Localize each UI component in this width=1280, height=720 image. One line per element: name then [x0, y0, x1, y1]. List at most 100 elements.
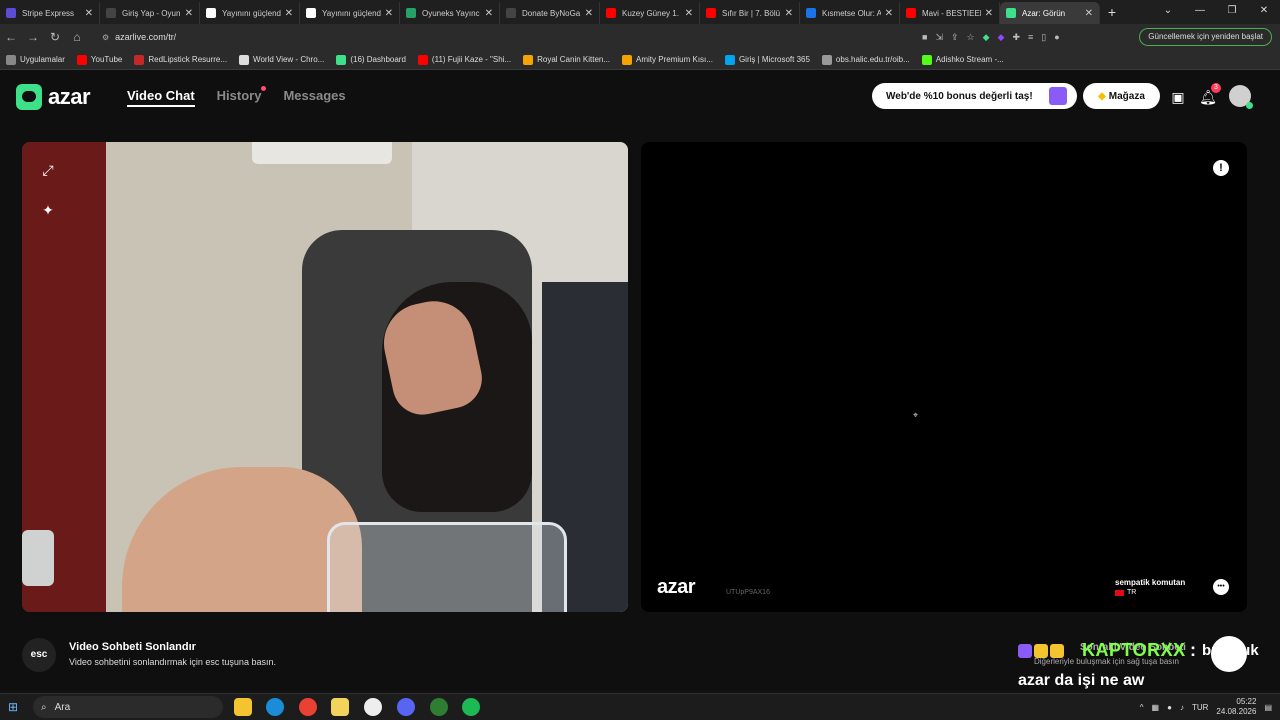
nav-messages[interactable]: Messages [283, 88, 345, 107]
nav-video-chat[interactable]: Video Chat [127, 88, 195, 107]
gem-promo-button[interactable]: Web'de %10 bonus değerli taş! [872, 83, 1077, 109]
browser-tab[interactable]: Stripe Express ✕ [0, 2, 100, 24]
bookmark-label: Giriş | Microsoft 365 [738, 55, 810, 64]
video-air-conditioner [252, 142, 392, 164]
back-icon[interactable]: ← [0, 30, 22, 44]
close-tab-icon[interactable]: ✕ [885, 8, 893, 19]
peer-country-code: TR [1127, 589, 1137, 596]
browser-tab[interactable]: Yayınını güçlend ✕ [200, 2, 300, 24]
spotify-icon[interactable] [462, 698, 480, 716]
xbox-icon[interactable] [430, 698, 448, 716]
azar-logo[interactable]: azar [16, 84, 91, 110]
update-restart-button[interactable]: Güncellemek için yeniden başlat [1139, 28, 1272, 46]
bookmark-item[interactable]: Royal Canin Kitten... [523, 54, 610, 65]
notes-icon[interactable] [331, 698, 349, 716]
notification-bell-icon[interactable]: 🔔︎ 3 [1199, 83, 1221, 106]
peer-name[interactable]: sempatik komutan [1115, 578, 1185, 587]
edge-icon[interactable] [266, 698, 284, 716]
close-window-icon[interactable]: ✕ [1248, 0, 1280, 22]
close-tab-icon[interactable]: ✕ [285, 8, 293, 19]
forward-icon[interactable]: → [22, 30, 44, 44]
profile-icon[interactable]: ● [1054, 32, 1059, 42]
extension-shield-icon[interactable]: ◆ [983, 32, 990, 43]
swap-video-icon[interactable]: ⤢ [38, 160, 58, 180]
url-field[interactable]: ⚙ azarlive.com/tr/ [96, 27, 916, 47]
bookmark-item[interactable]: Adishko Stream -... [921, 54, 1004, 65]
tray-volume-icon[interactable]: ♪ [1180, 703, 1184, 712]
notification-center-icon[interactable]: ▤ [1264, 703, 1272, 712]
sidebar-icon[interactable]: ▯ [1041, 32, 1046, 43]
home-icon[interactable]: ⌂ [66, 30, 88, 44]
close-tab-icon[interactable]: ✕ [585, 8, 593, 19]
close-tab-icon[interactable]: ✕ [385, 8, 393, 19]
tray-chevron-icon[interactable]: ^ [1140, 703, 1144, 712]
store-button[interactable]: ◆ Mağaza [1083, 83, 1160, 109]
close-tab-icon[interactable]: ✕ [85, 8, 93, 19]
browser-tab[interactable]: Oyuneks Yayınc ✕ [400, 2, 500, 24]
chrome-icon[interactable] [299, 698, 317, 716]
new-tab-button[interactable]: + [1100, 4, 1124, 20]
chat-message-line-1: bulavuk [1202, 642, 1259, 659]
bookmark-item[interactable]: (16) Dashboard [336, 54, 406, 65]
close-tab-icon[interactable]: ✕ [1085, 8, 1093, 19]
tray-network-icon[interactable]: ▦ [1152, 703, 1160, 712]
minimize-icon[interactable]: — [1184, 0, 1216, 22]
tray-clock[interactable]: 05:22 24.08.2026 [1216, 697, 1256, 717]
bookmarks-bar: Uygulamalar YouTube RedLipstick Resurre...… [0, 50, 1280, 70]
tab-title: Kısmetse Olur: A [822, 8, 881, 18]
nav-history[interactable]: History [217, 86, 267, 107]
bookmark-item[interactable]: obs.halic.edu.tr/oib... [821, 54, 910, 65]
browser-tab[interactable]: Kısmetse Olur: A ✕ [800, 2, 900, 24]
browser-tab[interactable]: Yayınını güçlend ✕ [300, 2, 400, 24]
tray-language[interactable]: TUR [1192, 703, 1208, 712]
bookmark-item[interactable]: Uygulamalar [6, 54, 65, 65]
camera-icon[interactable]: ■ [922, 32, 927, 42]
bookmark-label: Uygulamalar [20, 55, 65, 64]
close-tab-icon[interactable]: ✕ [485, 8, 493, 19]
browser-tab[interactable]: Sıfır Bir | 7. Bölü ✕ [700, 2, 800, 24]
install-icon[interactable]: ⇲ [935, 32, 943, 43]
bookmark-star-icon[interactable]: ☆ [967, 32, 975, 43]
close-tab-icon[interactable]: ✕ [685, 8, 693, 19]
share-icon[interactable]: ⇪ [951, 32, 959, 43]
bookmark-favicon-icon [134, 54, 145, 65]
extensions-puzzle-icon[interactable]: ✚ [1012, 32, 1020, 43]
obs-icon[interactable] [364, 698, 382, 716]
close-tab-icon[interactable]: ✕ [785, 8, 793, 19]
media-controls-icon[interactable]: ≡ [1028, 32, 1033, 42]
tray-mic-icon[interactable]: ● [1167, 703, 1172, 712]
bookmark-item[interactable]: (11) Fujii Kaze - "Shi... [417, 54, 511, 65]
browser-tab[interactable]: Donate ByNoGa ✕ [500, 2, 600, 24]
chat-bubble-icon[interactable]: ••• [1213, 579, 1229, 595]
bookmark-item[interactable]: Amity Premium Kısı... [622, 54, 713, 65]
tab-favicon-icon [606, 8, 616, 18]
browser-tab[interactable]: Azar: Görün ✕ [1000, 2, 1100, 24]
file-explorer-icon[interactable] [234, 698, 252, 716]
esc-key-icon[interactable]: esc [22, 638, 56, 672]
browser-tab[interactable]: Giriş Yap - Oyun ✕ [100, 2, 200, 24]
close-tab-icon[interactable]: ✕ [185, 8, 193, 19]
bookmark-item[interactable]: YouTube [76, 54, 122, 65]
bookmark-item[interactable]: RedLipstick Resurre... [134, 54, 227, 65]
main-nav: Video Chat History Messages [127, 86, 346, 107]
tab-search-icon[interactable]: ⌄ [1152, 0, 1184, 22]
bookmark-item[interactable]: World View - Chro... [239, 54, 324, 65]
browser-tab[interactable]: Kuzey Güney 1. ✕ [600, 2, 700, 24]
reload-icon[interactable]: ↻ [44, 30, 66, 44]
site-info-icon[interactable]: ⚙ [102, 33, 109, 42]
bookmark-item[interactable]: Giriş | Microsoft 365 [724, 54, 810, 65]
inventory-icon[interactable]: ▣ [1169, 88, 1187, 106]
tab-title: Sıfır Bir | 7. Bölü [722, 8, 781, 18]
browser-tab[interactable]: Mavi - BESTIEEE ✕ [900, 2, 1000, 24]
windows-start-icon[interactable]: ⊞ [8, 700, 22, 714]
taskbar-search[interactable]: ⌕ Ara [33, 696, 223, 718]
effects-wand-icon[interactable]: ✦ [38, 200, 58, 220]
close-tab-icon[interactable]: ✕ [985, 8, 993, 19]
avatar[interactable] [1229, 85, 1253, 109]
extension-twitch-icon[interactable]: ◆ [998, 32, 1005, 43]
discord-icon[interactable] [397, 698, 415, 716]
restore-icon[interactable]: ❐ [1216, 0, 1248, 22]
report-icon[interactable]: ! [1213, 160, 1229, 176]
search-placeholder: Ara [54, 701, 71, 713]
bookmark-label: Amity Premium Kısı... [636, 55, 713, 64]
